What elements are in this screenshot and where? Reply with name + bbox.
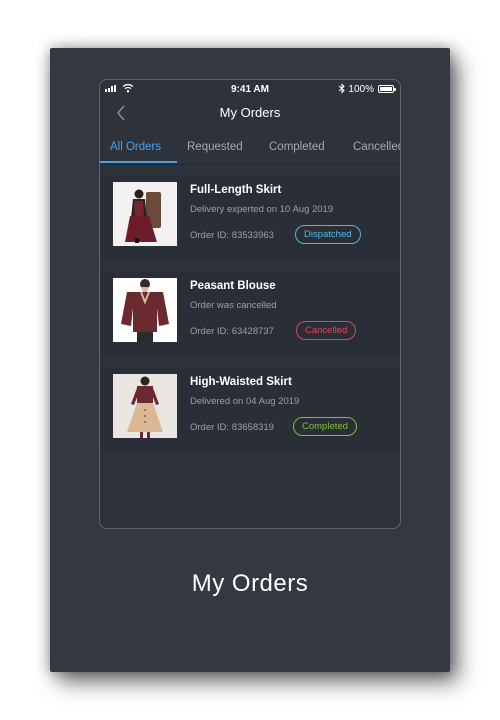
product-image-full-length-skirt: [113, 182, 177, 246]
delivery-status: Delivered on 04 Aug 2019: [190, 396, 300, 407]
order-id: Order ID: 83533963: [190, 230, 274, 241]
order-item[interactable]: High-Waisted Skirt Delivered on 04 Aug 2…: [100, 367, 400, 453]
order-item[interactable]: Peasant Blouse Order was cancelled Order…: [100, 271, 400, 357]
active-tab-indicator: [100, 161, 177, 163]
product-image-peasant-blouse: [113, 278, 177, 342]
status-badge-dispatched: Dispatched: [295, 225, 361, 244]
product-name: Peasant Blouse: [190, 280, 276, 292]
page-title: My Orders: [219, 105, 281, 120]
phone-screen: 9:41 AM 100% My Orders All Orders Reques…: [99, 79, 401, 529]
product-name: High-Waisted Skirt: [190, 376, 292, 388]
status-bar: 9:41 AM 100%: [100, 80, 400, 98]
battery-percentage: 100%: [348, 84, 374, 95]
order-status-text: Order was cancelled: [190, 300, 277, 311]
screen-caption: My Orders: [191, 570, 309, 597]
tab-all-orders[interactable]: All Orders: [110, 141, 161, 153]
product-name: Full-Length Skirt: [190, 184, 282, 196]
delivery-status: Delivery experted on 10 Aug 2019: [190, 204, 334, 215]
bluetooth-icon: [338, 83, 345, 94]
tab-cancelled[interactable]: Cancelled: [353, 141, 400, 153]
product-image-high-waisted-skirt: [113, 374, 177, 438]
order-id: Order ID: 63428737: [190, 326, 274, 337]
divider: [100, 164, 400, 165]
order-id: Order ID: 83658319: [190, 422, 274, 433]
order-tabs: All Orders Requested Completed Cancelled: [100, 134, 400, 163]
status-badge-completed: Completed: [293, 417, 357, 436]
tab-completed[interactable]: Completed: [269, 141, 325, 153]
order-item[interactable]: Full-Length Skirt Delivery experted on 1…: [100, 175, 400, 261]
status-badge-cancelled: Cancelled: [296, 321, 357, 340]
presentation-card: 9:41 AM 100% My Orders All Orders Reques…: [50, 48, 450, 672]
tab-requested[interactable]: Requested: [187, 141, 243, 153]
battery-icon: [378, 85, 396, 93]
navigation-bar: My Orders: [100, 98, 400, 128]
